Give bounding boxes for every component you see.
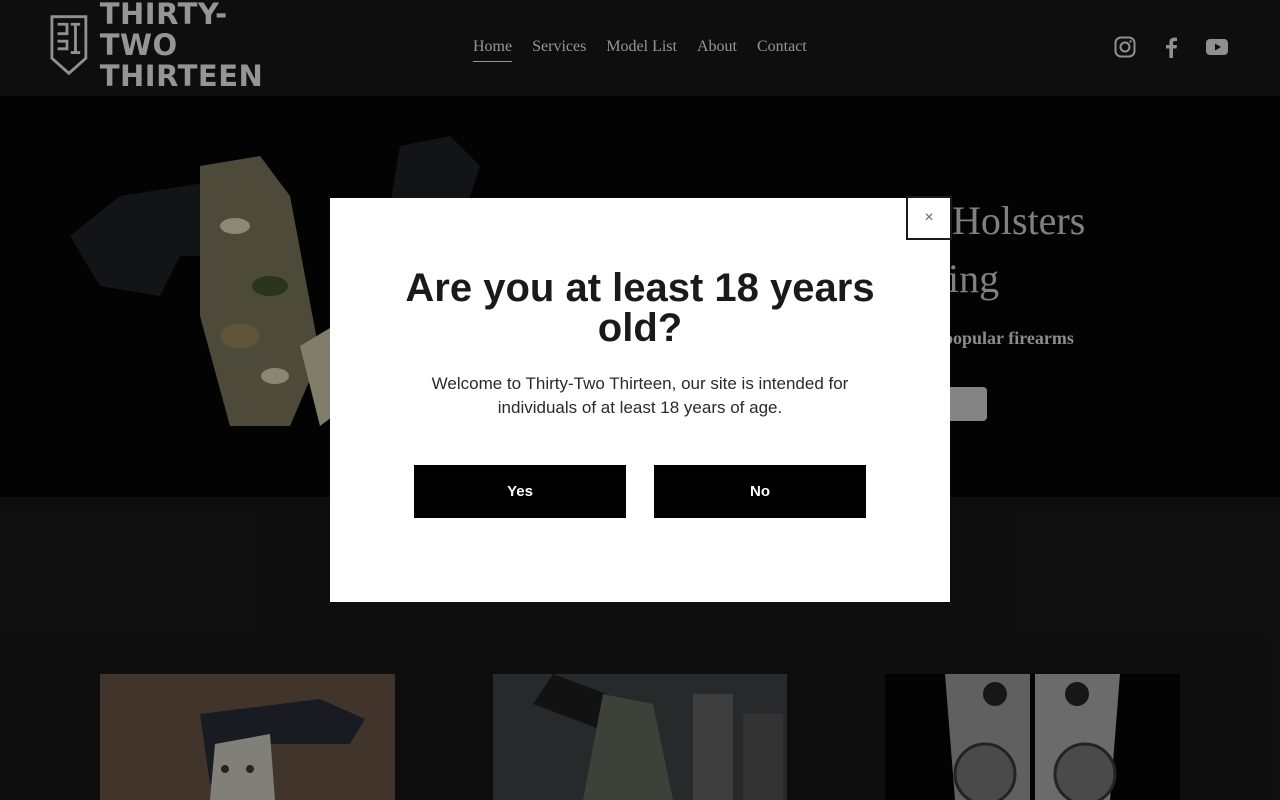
modal-title: Are you at least 18 years old?: [405, 266, 875, 350]
modal-overlay: × Are you at least 18 years old? Welcome…: [0, 0, 1280, 800]
age-verification-modal: × Are you at least 18 years old? Welcome…: [330, 196, 952, 602]
yes-button[interactable]: Yes: [414, 465, 626, 518]
close-button[interactable]: ×: [906, 196, 952, 240]
no-button[interactable]: No: [654, 465, 866, 518]
close-icon: ×: [924, 209, 934, 226]
modal-body: Welcome to Thirty-Two Thirteen, our site…: [431, 374, 849, 417]
